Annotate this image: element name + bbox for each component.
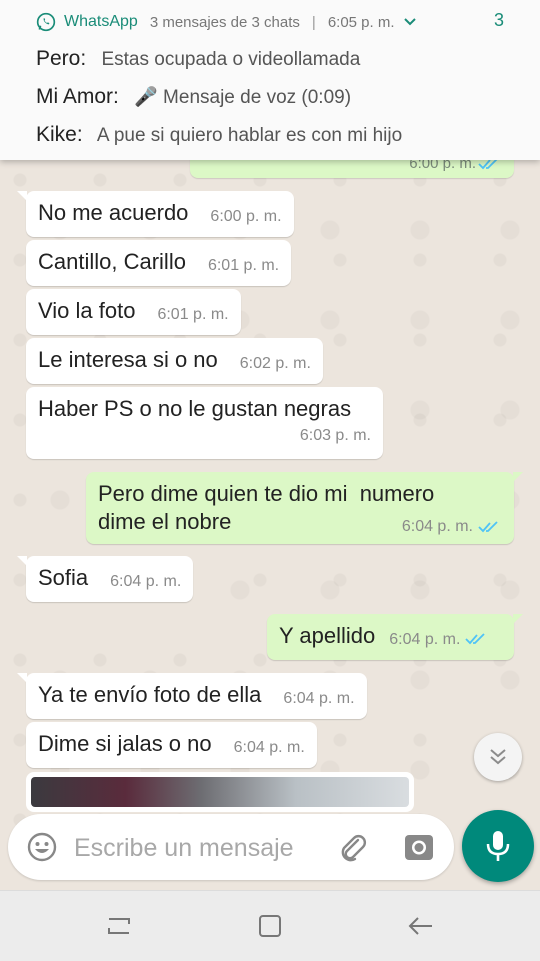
back-button[interactable] xyxy=(404,909,438,943)
message-text: No me acuerdo xyxy=(38,200,189,225)
message-text: Cantillo, Carillo xyxy=(38,249,186,274)
message-text: Le interesa si o no xyxy=(38,347,218,372)
message-input[interactable] xyxy=(72,826,316,870)
whatsapp-icon xyxy=(36,12,56,32)
message-composer xyxy=(8,814,454,880)
emoji-icon[interactable] xyxy=(26,831,58,863)
message-text: Haber PS o no le gustan negras xyxy=(38,396,352,421)
notification-header: WhatsApp 3 mensajes de 3 chats | 6:05 p.… xyxy=(36,11,417,33)
scroll-down-button[interactable] xyxy=(474,733,522,781)
notification-summary: 3 mensajes de 3 chats xyxy=(149,13,300,31)
message-time: 6:03 p. m. xyxy=(299,427,371,444)
message-text: Y apellido xyxy=(279,623,376,648)
message-bubble-incoming[interactable]: Haber PS o no le gustan negras 6:03 p. m… xyxy=(26,387,383,459)
microphone-icon xyxy=(486,831,510,861)
message-bubble-incoming[interactable]: No me acuerdo 6:00 p. m. xyxy=(17,191,294,237)
image-message[interactable] xyxy=(26,772,414,812)
notification-sender: Pero: xyxy=(36,47,87,70)
notification-message: Estas ocupada o videollamada xyxy=(101,49,361,70)
message-time: 6:04 p. m. xyxy=(401,518,473,535)
home-icon xyxy=(259,915,281,937)
image-thumbnail[interactable] xyxy=(31,777,409,807)
attach-icon[interactable] xyxy=(336,831,370,865)
double-chevron-down-icon xyxy=(490,749,506,765)
camera-icon[interactable] xyxy=(401,831,437,863)
message-text: Dime si jalas o no xyxy=(38,731,212,756)
notification-sender: Kike: xyxy=(36,123,83,146)
home-button[interactable] xyxy=(253,909,287,943)
bubble-tail xyxy=(17,191,27,201)
message-bubble-incoming[interactable]: Le interesa si o no 6:02 p. m. xyxy=(26,338,323,384)
double-check-icon xyxy=(478,521,498,533)
notification-message: A pue si quiero hablar es con mi hijo xyxy=(96,125,403,146)
bubble-tail xyxy=(17,673,27,683)
message-bubble-incoming[interactable]: Dime si jalas o no 6:04 p. m. xyxy=(26,722,317,768)
notification-message: 🎤 Mensaje de voz (0:09) xyxy=(134,87,352,108)
bubble-tail xyxy=(513,614,523,624)
notification-separator: | xyxy=(311,13,316,31)
message-time: 6:04 p. m. xyxy=(110,573,182,590)
bubble-tail xyxy=(513,472,523,482)
navigation-bar xyxy=(0,890,540,961)
recents-button[interactable] xyxy=(102,909,136,943)
notification-line[interactable]: Mi Amor: 🎤 Mensaje de voz (0:09) xyxy=(36,85,351,109)
message-text: Ya te envío foto de ella xyxy=(38,682,262,707)
message-bubble-incoming[interactable]: Sofia 6:04 p. m. xyxy=(17,556,194,602)
bubble-tail xyxy=(17,556,27,566)
chevron-down-icon[interactable] xyxy=(403,15,417,29)
message-time: 6:01 p. m. xyxy=(157,306,229,323)
message-bubble-outgoing[interactable]: Y apellido 6:04 p. m. xyxy=(267,614,523,660)
notification-line[interactable]: Pero: Estas ocupada o videollamada xyxy=(36,47,360,71)
notification-sender: Mi Amor: xyxy=(36,85,119,108)
message-bubble-incoming[interactable]: Ya te envío foto de ella 6:04 p. m. xyxy=(17,673,367,719)
double-check-icon xyxy=(465,633,486,645)
notification-line[interactable]: Kike: A pue si quiero hablar es con mi h… xyxy=(36,123,402,147)
notification-app-name: WhatsApp xyxy=(64,13,138,30)
message-time: 6:04 p. m. xyxy=(233,739,305,756)
message-time: 6:00 p. m. xyxy=(210,208,282,225)
recents-icon xyxy=(108,918,130,934)
message-bubble-outgoing[interactable]: Pero dime quien te dio mi numero dime el… xyxy=(86,472,523,544)
message-bubble-incoming[interactable]: Vio la foto 6:01 p. m. xyxy=(26,289,241,335)
message-bubble-incoming[interactable]: Cantillo, Carillo 6:01 p. m. xyxy=(26,240,292,286)
notification-count: 3 xyxy=(493,10,504,30)
message-time: 6:01 p. m. xyxy=(207,257,280,274)
message-time: 6:04 p. m. xyxy=(389,631,461,648)
message-time: 6:02 p. m. xyxy=(239,355,311,372)
notification-time: 6:05 p. m. xyxy=(327,13,395,31)
back-arrow-icon xyxy=(408,917,432,935)
message-text: Sofia xyxy=(38,565,89,590)
message-time: 6:04 p. m. xyxy=(283,690,355,707)
message-text: Vio la foto xyxy=(38,298,136,323)
notification-panel[interactable]: WhatsApp 3 mensajes de 3 chats | 6:05 p.… xyxy=(0,0,540,160)
voice-record-button[interactable] xyxy=(462,810,534,882)
